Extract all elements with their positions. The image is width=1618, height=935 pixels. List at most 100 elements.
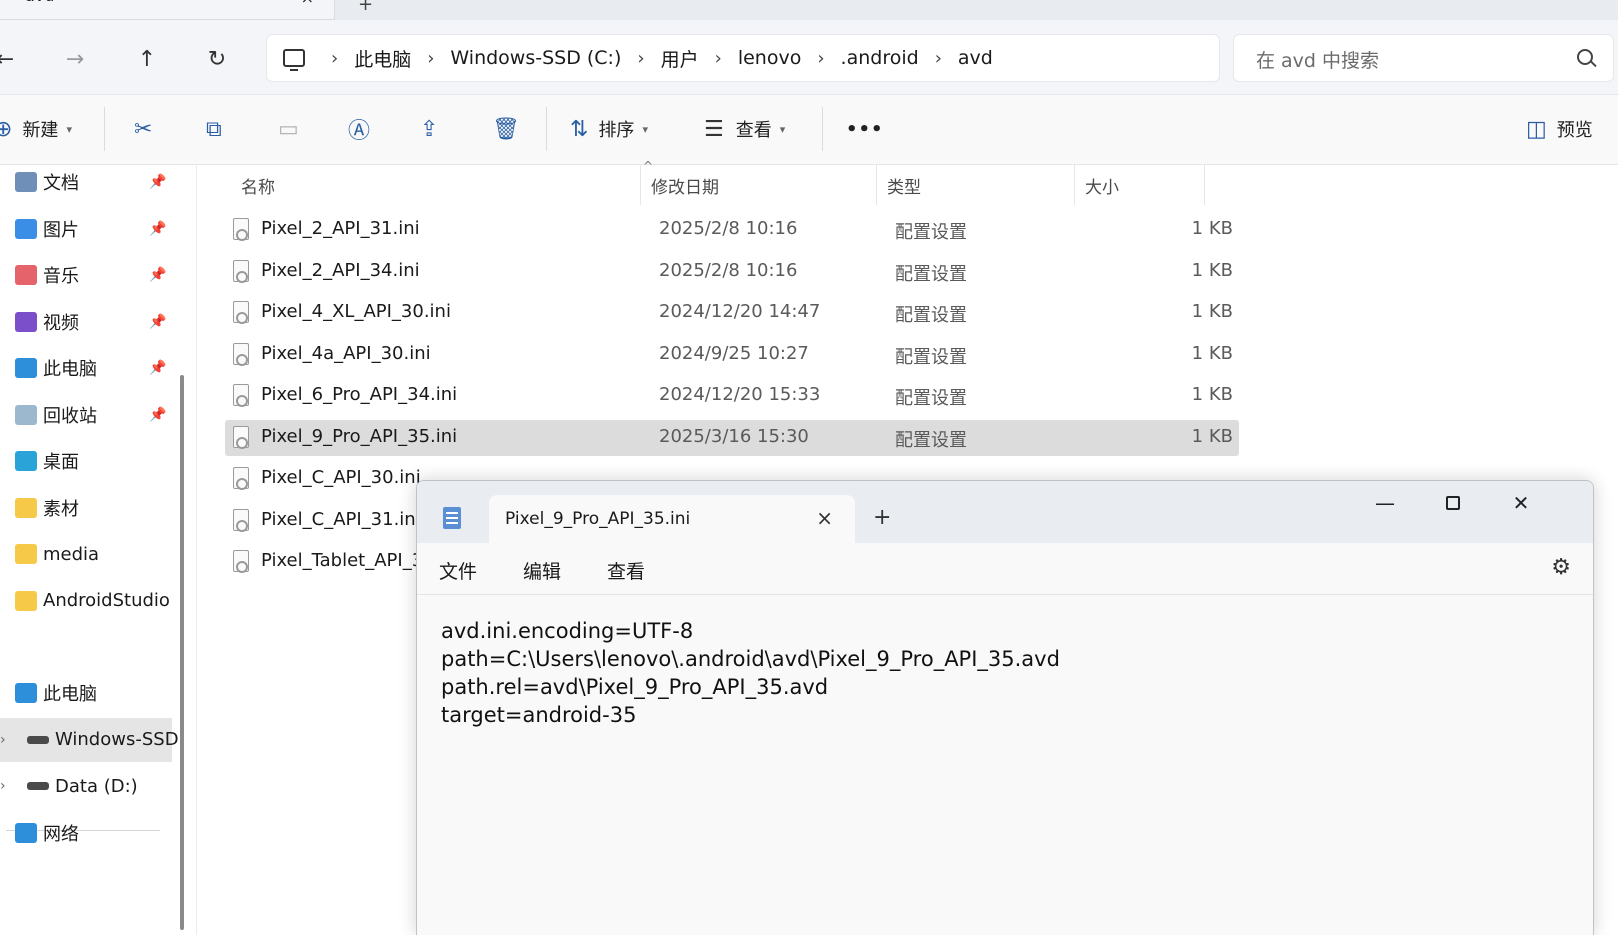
sidebar-scrollbar[interactable] — [180, 375, 184, 930]
file-row[interactable]: Pixel_2_API_31.ini 2025/2/8 10:16 配置设置 1 KB — [225, 212, 1239, 248]
preview-pane-button[interactable]: ◫ 预览 — [1526, 111, 1593, 147]
pin-icon[interactable]: 📌 — [149, 221, 166, 237]
new-button[interactable]: ⊕ 新建 ▾ — [0, 111, 72, 147]
column-header-size[interactable]: 大小 — [1075, 165, 1205, 205]
file-name: Pixel_Tablet_API_3 — [261, 550, 424, 571]
close-button[interactable]: ✕ — [1499, 489, 1543, 517]
chevron-right-icon[interactable]: › — [715, 48, 722, 69]
menu-edit[interactable]: 编辑 — [523, 557, 561, 584]
chevron-right-icon[interactable]: › — [637, 48, 644, 69]
file-size: 1 KB — [1191, 425, 1233, 447]
share-button[interactable]: ⇪ — [420, 111, 438, 147]
toolbar-divider — [546, 107, 547, 151]
maximize-button[interactable] — [1431, 489, 1475, 517]
sidebar-item[interactable]: AndroidStudio — [0, 579, 172, 623]
file-type: 配置设置 — [895, 222, 967, 243]
chevron-right-icon[interactable]: › — [331, 48, 338, 69]
videos-icon — [15, 311, 37, 332]
chevron-right-icon[interactable]: › — [935, 48, 942, 69]
file-row[interactable]: Pixel_2_API_34.ini 2025/2/8 10:16 配置设置 1 KB — [225, 254, 1239, 290]
breadcrumb-lenovo[interactable]: lenovo — [738, 47, 802, 69]
pin-icon[interactable]: 📌 — [149, 314, 166, 330]
drive-icon — [27, 782, 49, 790]
rename-button[interactable]: Ⓐ — [348, 111, 370, 147]
tree-item[interactable]: › Data (D:) — [0, 764, 172, 808]
new-tab-button[interactable]: + — [873, 505, 891, 530]
paste-button[interactable]: ▭ — [278, 111, 299, 147]
close-tab-icon[interactable]: × — [816, 506, 833, 530]
address-bar[interactable]: › 此电脑 › Windows-SSD (C:) › 用户 › lenovo ›… — [266, 34, 1220, 82]
sidebar-item[interactable]: 视频 📌 — [0, 300, 172, 344]
file-name: Pixel_C_API_30.ini — [261, 467, 421, 488]
sidebar-item[interactable]: 素材 — [0, 486, 172, 530]
sidebar-item[interactable]: 桌面 — [0, 439, 172, 483]
delete-button[interactable]: 🗑 — [492, 111, 520, 147]
computer-icon[interactable] — [283, 49, 305, 71]
file-type: 配置设置 — [895, 346, 967, 368]
column-header-date[interactable]: 修改日期 — [641, 165, 877, 205]
folder-icon — [15, 497, 37, 518]
tab-avd[interactable]: avd × — [0, 0, 335, 20]
breadcrumb-avd[interactable]: avd — [958, 47, 993, 69]
file-row[interactable]: Pixel_4a_API_30.ini 2024/9/25 10:27 配置设置 1 … — [225, 337, 1239, 373]
file-type: 配置设置 — [895, 429, 967, 451]
file-row[interactable]: Pixel_4_XL_API_30.ini 2024/12/20 14:47 配置设… — [225, 295, 1239, 331]
sidebar-item[interactable]: 回收站 📌 — [0, 393, 172, 437]
rename-icon: Ⓐ — [348, 119, 371, 144]
menu-view[interactable]: 查看 — [607, 557, 645, 584]
sidebar-item[interactable]: 音乐 📌 — [0, 253, 172, 297]
cut-button[interactable]: ✂ — [134, 111, 152, 147]
sort-label: 排序 — [598, 120, 635, 141]
file-name: Pixel_9_Pro_API_35.ini — [261, 425, 458, 447]
tree-item[interactable]: 此电脑 — [0, 671, 172, 715]
search-icon[interactable] — [1577, 49, 1593, 65]
notepad-tab[interactable]: Pixel_9_Pro_API_35.ini × — [489, 495, 855, 543]
file-name: Pixel_2_API_31.ini — [261, 218, 420, 239]
back-button[interactable]: ← — [0, 42, 22, 76]
sidebar-item[interactable]: 文档 📌 — [0, 160, 172, 204]
up-button[interactable]: ↑ — [130, 42, 164, 76]
file-type: 配置设置 — [895, 388, 967, 409]
breadcrumb-users[interactable]: 用户 — [661, 45, 699, 72]
new-tab-button[interactable]: + — [358, 0, 373, 15]
sidebar-item[interactable]: 此电脑 📌 — [0, 346, 172, 390]
navigation-pane: 文档 📌 图片 📌 音乐 📌 视频 📌 此电脑 📌 回收站 📌 桌面 素材 media AndroidStud… — [0, 165, 179, 935]
view-button[interactable]: ☰ 查看 ▾ — [704, 111, 785, 147]
breadcrumb-c-drive[interactable]: Windows-SSD (C:) — [450, 47, 621, 69]
search-box[interactable]: 在 avd 中搜索 — [1233, 34, 1614, 82]
sidebar-item[interactable]: media — [0, 532, 172, 576]
pin-icon[interactable]: 📌 — [149, 360, 166, 376]
plus-circle-icon: ⊕ — [0, 116, 13, 142]
sidebar-item[interactable]: 图片 📌 — [0, 207, 172, 251]
file-row[interactable]: Pixel_9_Pro_API_35.ini 2025/3/16 15:30 配置设… — [225, 419, 1239, 456]
config-file-icon — [233, 259, 249, 283]
expand-chevron-icon[interactable]: › — [0, 732, 6, 748]
file-row[interactable]: Pixel_6_Pro_API_34.ini 2024/12/20 15:33 配置… — [225, 378, 1239, 414]
tree-item[interactable]: 网络 — [0, 811, 172, 855]
column-header-name[interactable]: 名称 — [231, 165, 641, 205]
tree-item[interactable]: › Windows-SSD — [0, 717, 179, 762]
gear-icon[interactable]: ⚙ — [1551, 555, 1571, 580]
refresh-button[interactable]: ↻ — [200, 42, 234, 76]
close-tab-icon[interactable]: × — [301, 0, 314, 7]
expand-chevron-icon[interactable]: › — [0, 778, 6, 794]
notepad-title-bar[interactable]: Pixel_9_Pro_API_35.ini × + — ✕ — [417, 481, 1593, 543]
menu-file[interactable]: 文件 — [439, 557, 477, 584]
chevron-right-icon[interactable]: › — [427, 48, 434, 69]
copy-icon: ⧉ — [206, 116, 222, 142]
breadcrumb-this-pc[interactable]: 此电脑 — [354, 45, 411, 72]
minimize-button[interactable]: — — [1363, 489, 1407, 517]
pin-icon[interactable]: 📌 — [149, 174, 166, 190]
file-name: Pixel_4a_API_30.ini — [261, 342, 431, 364]
copy-button[interactable]: ⧉ — [206, 111, 222, 147]
forward-button[interactable]: → — [58, 42, 92, 76]
more-options-button[interactable]: ••• — [846, 111, 884, 147]
pin-icon[interactable]: 📌 — [149, 267, 166, 283]
pin-icon[interactable]: 📌 — [149, 407, 166, 423]
sort-button[interactable]: ⇅ 排序 ▾ — [570, 111, 648, 147]
search-input[interactable]: 在 avd 中搜索 — [1256, 46, 1379, 73]
breadcrumb-android[interactable]: .android — [841, 47, 919, 69]
text-editor[interactable]: avd.ini.encoding=UTF-8 path=C:\Users\len… — [417, 595, 1593, 935]
chevron-right-icon[interactable]: › — [817, 48, 824, 69]
column-header-type[interactable]: 类型 — [877, 165, 1075, 205]
